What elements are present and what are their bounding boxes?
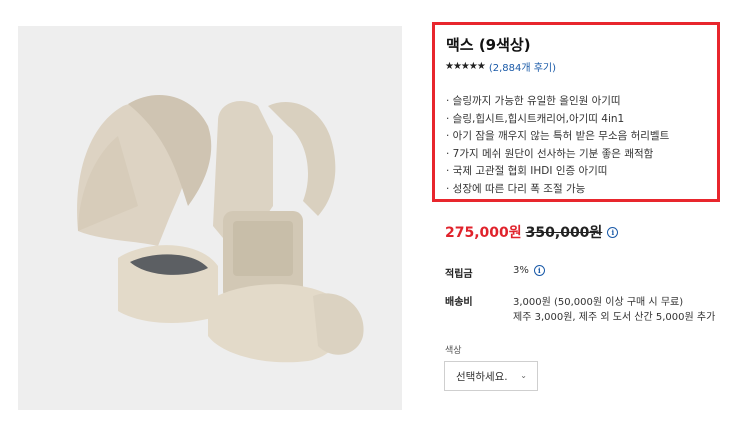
rating-row[interactable]: ★★★★★ (2,884개 후기) [445,59,556,74]
points-label: 적립금 [445,269,473,280]
shipping-info-line2: 제주 3,000원, 제주 외 도서 산간 5,000원 추가 [513,312,716,323]
baby-carrier-illustration [77,95,364,363]
price-row: 275,000원 350,000원 i [445,222,619,242]
chevron-down-icon: ⌄ [520,371,527,380]
color-select[interactable]: 선택하세요. ⌄ [444,361,538,391]
product-title: 맥스 (9색상) [446,36,531,54]
feature-item: · 슬링,힙시트,힙시트캐리어,아기띠 4in1 [446,112,625,125]
review-count-link[interactable]: (2,884개 후기) [489,59,556,74]
points-value-row: 3% i [513,265,545,276]
star-rating-icon: ★★★★★ [445,61,486,72]
feature-item: · 7가지 메쉬 원단이 선사하는 기분 좋은 쾌적함 [446,147,654,160]
sale-price: 275,000원 [445,225,522,241]
points-value: 3% [513,265,529,276]
shipping-info-line1: 3,000원 (50,000원 이상 구매 시 무료) [513,297,684,308]
feature-item: · 성장에 따른 다리 폭 조절 가능 [446,182,586,195]
feature-item: · 국제 고관절 협회 IHDI 인증 아기띠 [446,165,608,178]
price-info-icon[interactable]: i [607,226,619,238]
color-select-value: 선택하세요. [456,370,508,383]
feature-list: · 슬링까지 가능한 유일한 올인원 아기띠 · 슬링,힙시트,힙시트캐리어,아… [446,93,669,199]
feature-item: · 아기 잠을 깨우지 않는 특허 받은 무소음 허리벨트 [446,130,670,143]
feature-item: · 슬링까지 가능한 유일한 올인원 아기띠 [446,95,621,107]
product-image [18,26,402,410]
points-info-icon[interactable]: i [533,265,545,276]
color-option-label: 색상 [445,346,462,356]
original-price: 350,000원 [525,225,603,241]
shipping-label: 배송비 [445,297,473,308]
